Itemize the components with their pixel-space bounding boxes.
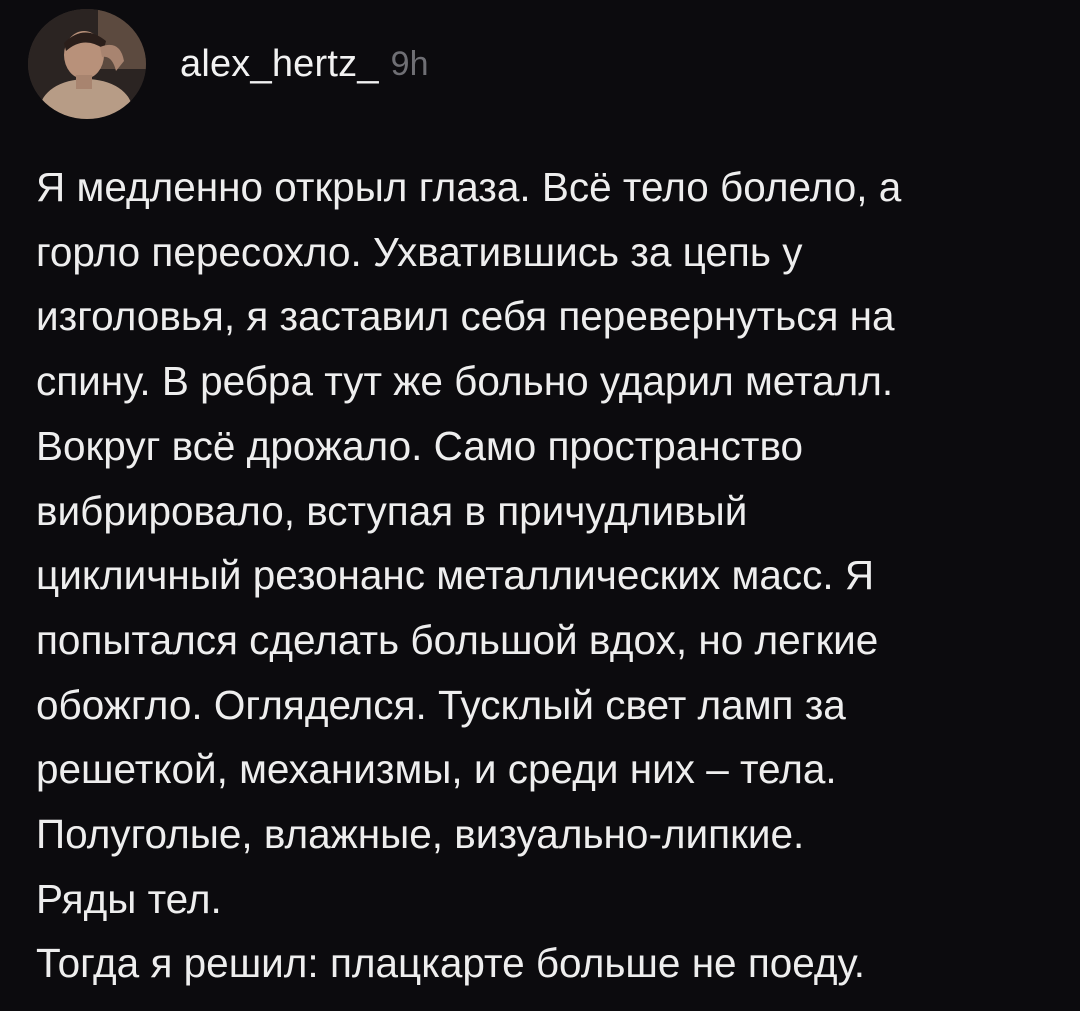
post: alex_hertz_ 9h Я медленно открыл глаза. … bbox=[0, 0, 1080, 1011]
post-text-line: Полуголые, влажные, визуально-липкие. bbox=[36, 811, 805, 858]
post-text-line: вибрировало, вступая в причудливый bbox=[36, 487, 748, 534]
avatar[interactable] bbox=[28, 9, 146, 119]
username[interactable]: alex_hertz_ bbox=[180, 43, 379, 86]
post-text-line: Тогда я решил: плацкарте больше не поеду… bbox=[36, 940, 866, 987]
post-text-line: горло пересохло. Ухватившись за цепь у bbox=[36, 228, 803, 275]
post-text-line: Я медленно открыл глаза. Всё тело болело… bbox=[36, 164, 902, 210]
post-header: alex_hertz_ 9h bbox=[28, 8, 429, 120]
post-time: 9h bbox=[390, 44, 429, 83]
post-text-line: Ряды тел. bbox=[36, 875, 222, 922]
post-text-line: решеткой, механизмы, и среди них – тела. bbox=[36, 746, 837, 793]
post-text-line: спину. В ребра тут же больно ударил мета… bbox=[36, 358, 894, 405]
post-text-line: цикличный резонанс металлических масс. Я bbox=[36, 552, 875, 599]
post-text-line: изголовья, я заставил себя перевернуться… bbox=[36, 293, 895, 340]
avatar-photo-icon bbox=[28, 9, 146, 119]
post-text-line: Вокруг всё дрожало. Само пространство bbox=[36, 422, 804, 469]
post-text-line: обожгло. Огляделся. Тусклый свет ламп за bbox=[36, 681, 846, 728]
post-text: Я медленно открыл глаза. Всё тело болело… bbox=[36, 155, 1066, 996]
post-text-line: попытался сделать большой вдох, но легки… bbox=[36, 616, 879, 663]
